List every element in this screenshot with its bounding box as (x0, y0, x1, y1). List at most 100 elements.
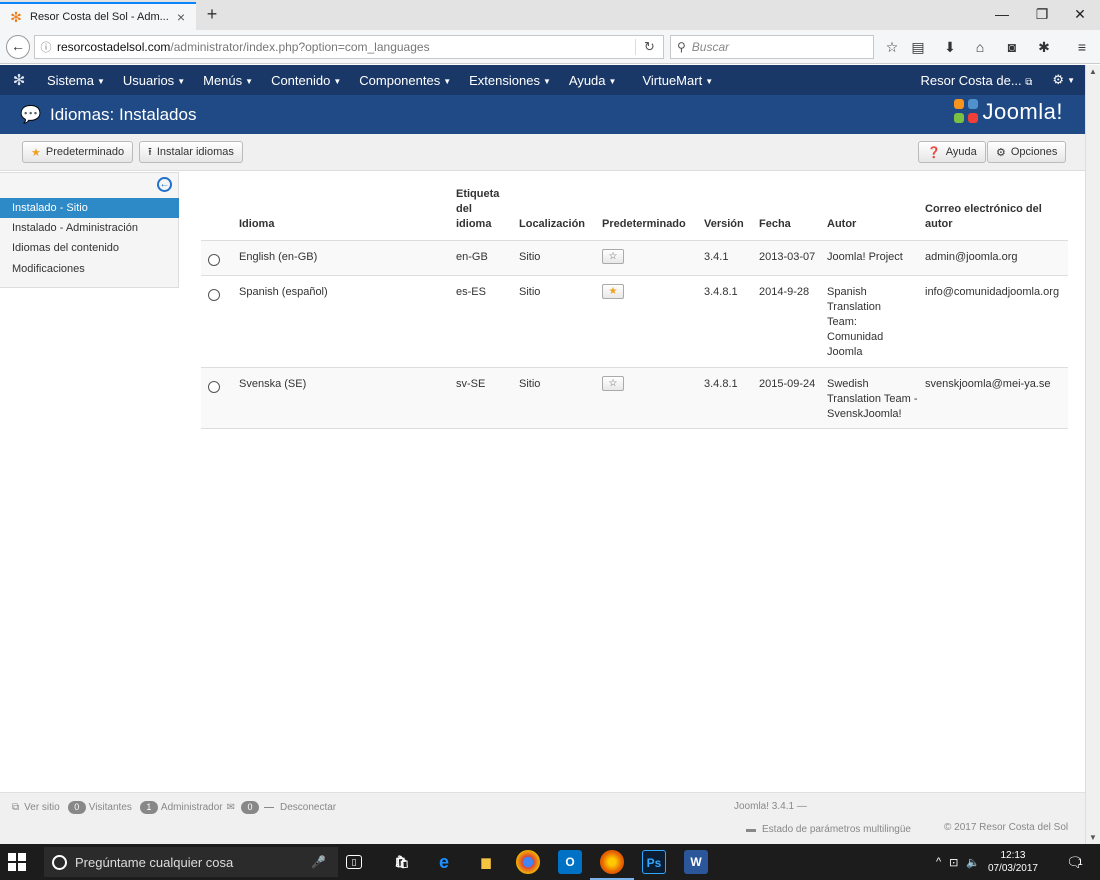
row-select-radio[interactable] (208, 381, 220, 393)
logout-link[interactable]: Desconectar (280, 802, 336, 813)
menu-contenido[interactable]: Contenido ▼ (262, 73, 350, 88)
collapse-sidebar-icon[interactable]: ← (157, 177, 172, 192)
sidebar-item-content-languages[interactable]: Idiomas del contenido (0, 238, 179, 258)
page-scrollbar[interactable]: ▲ ▼ (1085, 65, 1100, 844)
column-tag[interactable]: Etiqueta del idioma (456, 187, 506, 232)
menu-sistema[interactable]: Sistema ▼ (38, 73, 114, 88)
external-link-icon: ⧉ (12, 802, 20, 813)
brand-name: Joomla! (982, 99, 1063, 124)
url-bar[interactable]: ⓘ resorcostadelsol.com /administrator/in… (34, 35, 664, 59)
help-button[interactable]: ❓ Ayuda (918, 141, 986, 163)
back-arrow-icon[interactable]: ← (6, 35, 30, 59)
search-placeholder: Buscar (691, 40, 730, 54)
table-header: Idioma Etiqueta del idioma Localización … (201, 182, 1068, 241)
tab-close-icon[interactable]: × (174, 9, 188, 25)
browser-tab[interactable]: ✻ Resor Costa del Sol - Adm... × (0, 2, 196, 30)
store-icon[interactable]: 🛍 (390, 850, 414, 874)
install-languages-button[interactable]: ⭱ Instalar idiomas (139, 141, 243, 163)
new-tab-button[interactable]: + (202, 4, 222, 26)
visitors-label: Visitantes (88, 802, 132, 813)
download-icon[interactable]: ⬇ (940, 38, 960, 56)
action-center-icon[interactable]: 🗨 1 (1066, 844, 1084, 880)
gear-icon: ⚙ (996, 146, 1006, 159)
bookmark-star-icon[interactable]: ☆ (882, 38, 902, 56)
messages-count-badge[interactable]: 0 (241, 801, 259, 814)
language-name: Svenska (SE) (239, 378, 307, 390)
pocket-icon[interactable]: ◙ (1002, 38, 1022, 56)
info-icon[interactable]: ⓘ (35, 39, 57, 55)
sidebar-item-installed-admin[interactable]: Instalado - Administración (0, 218, 179, 238)
file-explorer-icon[interactable]: ▆ (474, 850, 498, 874)
chevron-up-icon[interactable]: ^ (936, 856, 941, 868)
visitors-count-badge: 0 (67, 801, 86, 814)
menu-componentes[interactable]: Componentes ▼ (350, 73, 460, 88)
minimize-icon[interactable]: — (984, 0, 1020, 30)
menu-ayuda[interactable]: Ayuda ▼ (560, 73, 626, 88)
menu-virtuemart[interactable]: VirtueMart ▼ (633, 73, 722, 88)
joomla-logo-icon[interactable]: ✻ (0, 71, 38, 89)
set-default-star-icon[interactable]: ☆ (602, 376, 624, 391)
language-location: Sitio (519, 378, 541, 390)
column-location[interactable]: Localización (519, 217, 585, 232)
view-site-link[interactable]: Resor Costa de... ⧉ (911, 73, 1043, 88)
sidebar: ← Instalado - Sitio Instalado - Administ… (0, 172, 179, 288)
multilanguage-status-link[interactable]: Estado de parámetros multilingüe (762, 824, 911, 835)
reading-list-icon[interactable]: ▤ (908, 38, 928, 56)
comment-icon: ▬ (746, 824, 756, 835)
windows-taskbar: Pregúntame cualquier cosa 🎤 ▯ 🛍 e ▆ O Ps… (0, 844, 1100, 880)
comments-icon: 💬 (20, 104, 42, 124)
column-language[interactable]: Idioma (239, 217, 274, 232)
volume-icon[interactable]: 🔈 (966, 856, 980, 869)
row-select-radio[interactable] (208, 254, 220, 266)
taskbar-clock[interactable]: 12:13 07/03/2017 (988, 849, 1038, 875)
reload-icon[interactable]: ↻ (635, 39, 663, 55)
cortana-search-input[interactable]: Pregúntame cualquier cosa 🎤 (44, 847, 338, 877)
language-tag: es-ES (456, 286, 486, 298)
user-settings-menu[interactable]: ⚙ ▼ (1042, 72, 1085, 88)
microphone-icon[interactable]: 🎤 (311, 855, 326, 869)
outlook-icon[interactable]: O (558, 850, 582, 874)
options-button[interactable]: ⚙ Opciones (987, 141, 1067, 163)
admin-label: Administrador (160, 802, 223, 813)
action-toolbar: ★ Predeterminado ⭱ Instalar idiomas ❓ Ay… (0, 134, 1085, 171)
column-author[interactable]: Autor (827, 217, 856, 232)
sidebar-item-installed-site[interactable]: Instalado - Sitio (0, 198, 179, 218)
column-date[interactable]: Fecha (759, 217, 791, 232)
menu-usuarios[interactable]: Usuarios ▼ (114, 73, 194, 88)
home-icon[interactable]: ⌂ (970, 38, 990, 56)
sidebar-item-overrides[interactable]: Modificaciones (0, 259, 179, 279)
word-icon[interactable]: W (684, 850, 708, 874)
language-author: Spanish Translation Team: Comunidad Joom… (827, 286, 884, 358)
row-select-radio[interactable] (208, 289, 220, 301)
edge-icon[interactable]: e (432, 850, 456, 874)
set-default-star-icon[interactable]: ☆ (602, 249, 624, 264)
task-view-icon[interactable]: ▯ (346, 855, 362, 869)
network-icon[interactable]: ⊡ (949, 856, 958, 869)
close-window-icon[interactable]: ✕ (1062, 0, 1098, 30)
firefox-icon[interactable] (590, 850, 634, 880)
set-default-button[interactable]: ★ Predeterminado (22, 141, 134, 163)
scroll-down-icon[interactable]: ▼ (1089, 833, 1097, 842)
column-version[interactable]: Versión (704, 217, 744, 232)
upload-icon: ⭱ (148, 145, 152, 158)
hamburger-menu-icon[interactable]: ≡ (1072, 38, 1092, 56)
menu-menus[interactable]: Menús ▼ (194, 73, 262, 88)
gear-icon: ⚙ (1052, 72, 1065, 87)
tab-title: Resor Costa del Sol - Adm... (30, 11, 169, 23)
copyright-text: © 2017 Resor Costa del Sol (944, 822, 1069, 833)
scroll-up-icon[interactable]: ▲ (1089, 67, 1097, 76)
windows-start-icon[interactable] (8, 853, 26, 871)
joomla-mark-icon (954, 99, 980, 125)
photoshop-icon[interactable]: Ps (642, 850, 666, 874)
extension-icon[interactable]: ✱ (1034, 38, 1054, 56)
view-site-status-link[interactable]: Ver sitio (24, 802, 60, 813)
language-location: Sitio (519, 286, 541, 298)
restore-icon[interactable]: ❐ (1024, 0, 1060, 30)
menu-extensiones[interactable]: Extensiones ▼ (460, 73, 560, 88)
chrome-icon[interactable] (516, 850, 540, 874)
table-row: Spanish (español) es-ES Sitio ★ 3.4.8.1 … (201, 276, 1068, 368)
browser-search-input[interactable]: ⚲ Buscar (670, 35, 874, 59)
cortana-placeholder: Pregúntame cualquier cosa (75, 854, 234, 870)
column-default[interactable]: Predeterminado (602, 217, 686, 232)
column-email[interactable]: Correo electrónico del autor (925, 202, 1065, 232)
